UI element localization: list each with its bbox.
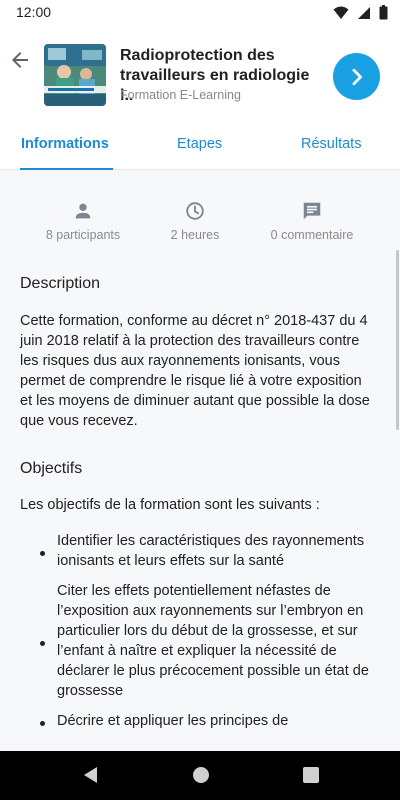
informations-content[interactable]: 8 participants 2 heures 0 commentaire De…: [0, 170, 400, 751]
back-arrow-icon[interactable]: [8, 48, 32, 72]
description-title: Description: [20, 275, 101, 292]
signal-icon: [358, 6, 370, 19]
list-item: Citer les effets potentiellement néfaste…: [0, 581, 400, 701]
clock-icon: [186, 202, 204, 220]
course-type: Formation E-Learning: [120, 88, 241, 102]
objective-text: Citer les effets potentiellement néfaste…: [57, 583, 369, 699]
objectives-list: Identifier les caractéristiques des rayo…: [0, 531, 400, 741]
scrollbar[interactable]: [396, 250, 399, 430]
tab-informations[interactable]: Informations: [21, 136, 109, 152]
objectives-title: Objectifs: [20, 460, 83, 477]
course-header: Radioprotection des travailleurs en radi…: [0, 24, 400, 124]
battery-icon: [379, 5, 388, 20]
comments-stat: 0 commentaire: [252, 200, 372, 244]
list-item: Décrire et appliquer les principes de: [0, 711, 400, 731]
description-text: Cette formation, conforme au décret n° 2…: [20, 313, 370, 429]
status-bar: 12:00: [0, 0, 400, 24]
recents-nav-icon[interactable]: [302, 765, 320, 785]
person-icon: [75, 203, 91, 219]
objective-text: Décrire et appliquer les principes de: [57, 713, 289, 729]
chevron-right-icon: [352, 68, 362, 85]
home-nav-icon[interactable]: [191, 765, 211, 785]
tab-etapes[interactable]: Etapes: [177, 136, 222, 152]
back-nav-icon[interactable]: [81, 765, 99, 785]
duration-stat: 2 heures: [135, 200, 255, 244]
next-button[interactable]: [333, 53, 380, 100]
objective-text: Identifier les caractéristiques des rayo…: [57, 533, 365, 569]
course-stats: 8 participants 2 heures 0 commentaire: [0, 200, 400, 250]
course-thumbnail: [44, 44, 106, 106]
comments-count: 0 commentaire: [270, 228, 354, 242]
list-item: Identifier les caractéristiques des rayo…: [0, 531, 400, 571]
objectives-intro: Les objectifs de la formation sont les s…: [20, 497, 320, 513]
system-navigation-bar: [0, 751, 400, 800]
status-icons: [333, 5, 388, 20]
tab-resultats[interactable]: Résultats: [301, 136, 361, 152]
participants-stat: 8 participants: [23, 200, 143, 244]
bullet-dot: [40, 641, 45, 646]
participants-count: 8 participants: [45, 228, 121, 242]
tab-bar: Informations Etapes Résultats: [0, 124, 400, 170]
duration-value: 2 heures: [170, 228, 220, 242]
bullet-dot: [40, 721, 45, 726]
wifi-icon: [333, 6, 349, 19]
comment-icon: [303, 202, 321, 220]
bullet-dot: [40, 551, 45, 556]
status-time: 12:00: [16, 4, 52, 20]
